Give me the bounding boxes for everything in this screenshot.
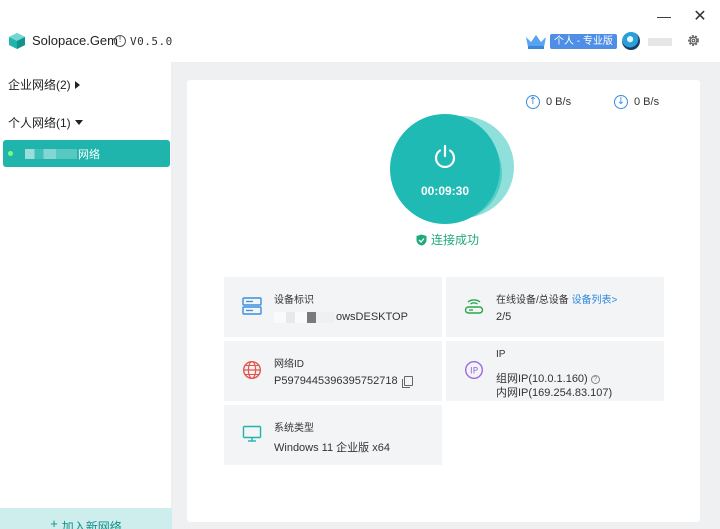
sidebar-group-personal[interactable]: 个人网络(1) <box>8 114 83 131</box>
username-redacted <box>648 38 672 46</box>
monitor-icon <box>242 425 262 442</box>
power-icon <box>434 144 456 169</box>
ip-label: IP <box>496 349 506 360</box>
system-card: 系统类型 Windows 11 企业版 x64 <box>224 405 442 465</box>
network-name-redacted <box>25 148 77 159</box>
server-icon <box>242 297 262 315</box>
sidebar-group-label: 企业网络(2) <box>8 78 71 92</box>
crown-icon <box>526 35 546 49</box>
caret-down-icon <box>74 120 83 125</box>
system-value: Windows 11 企业版 x64 <box>274 442 390 454</box>
ip-icon: IP <box>464 360 484 380</box>
sidebar-group-enterprise[interactable]: 企业网络(2) <box>8 76 80 93</box>
devices-card: 在线设备/总设备 设备列表> 2/5 <box>446 277 664 337</box>
shield-check-icon <box>416 234 427 245</box>
online-dot-icon <box>8 151 13 156</box>
title-bar: — ✕ Solopace.Gem ! V0.5.0 个人 - 专业版 <box>0 0 720 62</box>
network-id-value: P5979445396395752718 <box>274 375 398 387</box>
app-title: Solopace.Gem <box>32 33 118 48</box>
caret-right-icon <box>74 80 80 89</box>
help-icon[interactable]: ? <box>590 374 600 384</box>
sidebar: 企业网络(2) 个人网络(1) 网络 + 加入新网络 <box>0 62 172 529</box>
gear-icon[interactable] <box>686 33 701 48</box>
avatar[interactable] <box>622 32 640 50</box>
connection-status: 连接成功 <box>416 231 479 248</box>
network-name: 网络 <box>78 148 100 161</box>
vip-plan[interactable]: 个人 - 专业版 <box>524 33 617 50</box>
lan-ip-value: 内网IP(169.254.83.107) <box>496 387 613 399</box>
devices-value: 2/5 <box>496 311 512 323</box>
sidebar-item-network[interactable]: 网络 <box>3 140 170 167</box>
add-network-button[interactable]: + 加入新网络 <box>0 508 172 529</box>
router-icon <box>464 299 484 314</box>
power-button[interactable]: 00:09:30 <box>390 114 500 224</box>
network-id-card: 网络ID P5979445396395752718 <box>224 341 442 401</box>
upload-speed-value: 0 B/s <box>546 96 572 108</box>
connection-timer: 00:09:30 <box>420 184 470 198</box>
app-version: V0.5.0 <box>130 35 173 48</box>
device-id-label: 设备标识 <box>274 295 314 306</box>
sidebar-group-label: 个人网络(1) <box>8 116 71 130</box>
download-speed: ↓ 0 B/s <box>614 95 659 109</box>
download-speed-value: 0 B/s <box>634 96 660 108</box>
devices-label-row: 在线设备/总设备 设备列表> <box>496 291 617 306</box>
device-id-redacted <box>274 311 334 323</box>
device-id-card: 设备标识 owsDESKTOP <box>224 277 442 337</box>
add-network-label: 加入新网络 <box>61 520 122 529</box>
arrow-down-icon: ↓ <box>614 95 628 109</box>
vip-badge: 个人 - 专业版 <box>550 34 617 49</box>
connection-control: 00:09:30 <box>384 108 516 224</box>
devices-label: 在线设备/总设备 <box>496 295 569 306</box>
device-id-value: owsDESKTOP <box>336 311 408 323</box>
upload-speed: ↑ 0 B/s <box>526 95 571 109</box>
logo-icon <box>9 33 25 49</box>
system-label: 系统类型 <box>274 423 314 434</box>
info-icon[interactable]: ! <box>114 35 126 47</box>
arrow-up-icon: ↑ <box>526 95 540 109</box>
globe-icon <box>242 360 262 380</box>
device-id-row: owsDESKTOP <box>274 311 408 323</box>
connection-status-text: 连接成功 <box>431 233 480 247</box>
close-icon[interactable]: ✕ <box>690 6 710 26</box>
plus-icon: + <box>50 516 58 529</box>
ip-card: IP IP 组网IP(10.0.1.160)? 内网IP(169.254.83.… <box>446 341 664 401</box>
copy-icon[interactable] <box>401 376 413 389</box>
network-id-row: P5979445396395752718 <box>274 375 413 389</box>
network-id-label: 网络ID <box>274 359 304 370</box>
svg-text:IP: IP <box>470 367 479 377</box>
device-list-link[interactable]: 设备列表> <box>572 295 618 306</box>
minimize-icon[interactable]: — <box>654 6 674 26</box>
